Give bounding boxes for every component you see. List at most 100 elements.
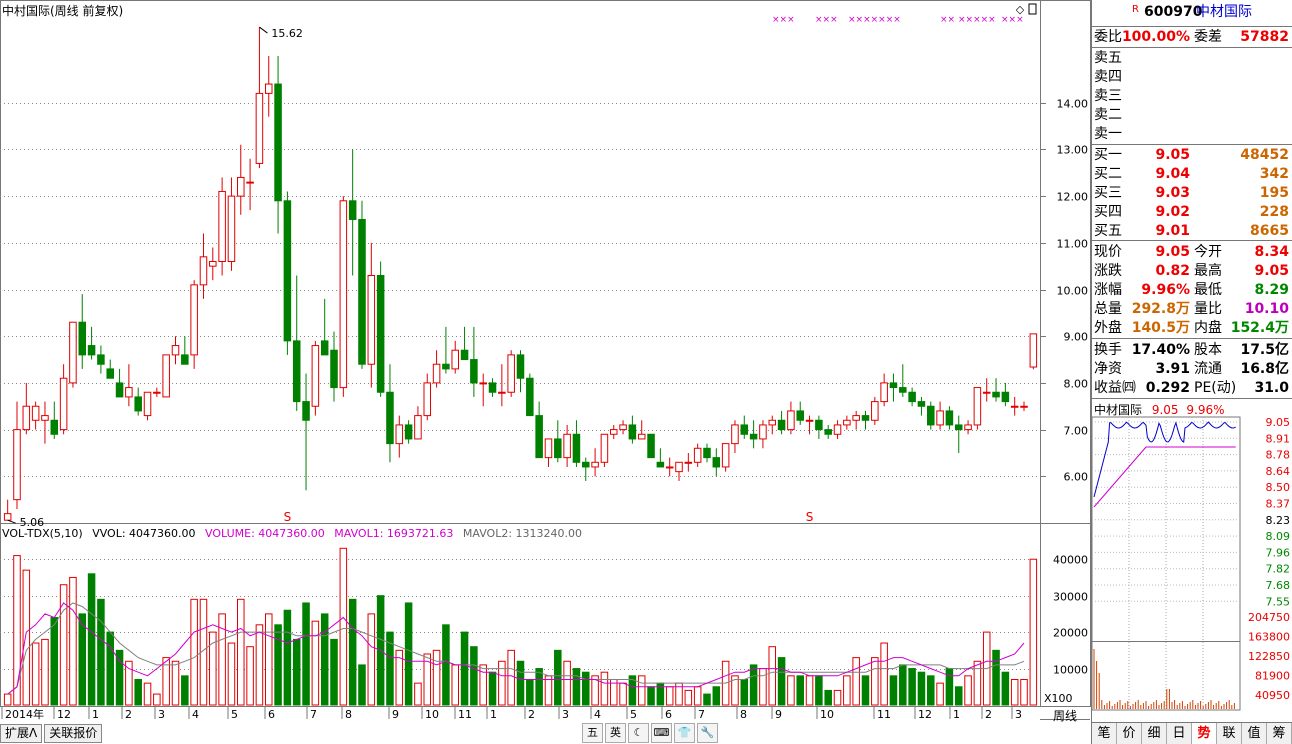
candle-body: [684, 461, 693, 464]
time-axis-label: 6: [268, 708, 275, 721]
expand-tab[interactable]: 扩展Λ: [0, 724, 43, 743]
tool-icons: 五 英 ☾ ⌨ 👕 🔧: [582, 723, 718, 743]
stat2-label-2: 流通: [1194, 361, 1222, 377]
english-icon[interactable]: 英: [605, 723, 626, 743]
weibi-value: 100.00%: [1121, 29, 1190, 45]
candle-body: [908, 391, 916, 403]
mini-pct: 9.96%: [1186, 403, 1225, 417]
buy-label: 买三: [1094, 185, 1122, 201]
volume-bar: [470, 646, 478, 706]
right-tab[interactable]: 日: [1167, 723, 1192, 744]
stat-label: 总量: [1094, 301, 1122, 317]
candle-body: [237, 176, 245, 197]
candle-body: [479, 382, 487, 385]
candle-body: [134, 396, 142, 412]
wrench-icon[interactable]: 🔧: [697, 723, 718, 743]
volume-bar: [432, 649, 441, 706]
right-tabs: 笔价细日势联值筹: [1092, 722, 1292, 744]
right-tab[interactable]: 联: [1217, 723, 1242, 744]
time-axis-label: 2: [125, 708, 132, 721]
stat-label-2: 内盘: [1194, 320, 1222, 336]
volume-bar: [637, 675, 646, 706]
candle-body: [1010, 405, 1019, 408]
candle-body: [759, 424, 767, 440]
right-tab[interactable]: 势: [1192, 723, 1217, 744]
vol-axis-label: 40000: [1053, 554, 1088, 567]
candle-body: [358, 218, 366, 365]
candle-body: [880, 382, 888, 403]
stat-value: 0.82: [1155, 263, 1190, 279]
time-axis-label: 7: [698, 708, 705, 721]
volume-bar: [498, 660, 506, 706]
vol-axis-label: 30000: [1053, 591, 1088, 604]
volume-bar: [460, 631, 469, 706]
volume-bar: [1010, 678, 1019, 706]
candle-body: [432, 363, 441, 384]
buy-row: 买三 9.03 195: [1092, 184, 1292, 203]
candle-body: [311, 345, 320, 407]
volume-bar: [237, 598, 245, 706]
stat-row: 现价 9.05 今开 8.34: [1092, 243, 1292, 262]
candle-body: [97, 354, 105, 365]
volume-bar: [693, 686, 702, 706]
buy-volume: 195: [1259, 185, 1289, 201]
stat2-label: 净资: [1094, 361, 1122, 377]
volume-bar: [861, 675, 870, 706]
price-axis-label: 7.00: [1064, 425, 1089, 438]
time-axis-label: 10: [425, 708, 439, 721]
mini-price: 9.05: [1151, 403, 1179, 417]
price-axis-label: 10.00: [1057, 285, 1089, 298]
volume-bar: [749, 664, 758, 706]
volume-bar: [507, 649, 515, 706]
stat2-value-2: 17.5亿: [1240, 342, 1289, 358]
candle-body: [78, 321, 87, 356]
candle-body: [330, 349, 338, 389]
time-axis-label: 12: [57, 708, 71, 721]
stat2-row: 收益㈣ 0.292 PE(动) 31.0: [1092, 379, 1292, 398]
candle-body: [749, 433, 758, 440]
buy-label: 买五: [1094, 223, 1122, 239]
related-quote-tab[interactable]: 关联报价: [44, 724, 103, 743]
candle-body: [199, 256, 208, 286]
volume-bar: [535, 668, 543, 706]
time-axis-label: 5: [231, 708, 238, 721]
time-axis-label: 3: [158, 708, 165, 721]
period-label: 周线: [1053, 709, 1077, 723]
volume-bar: [684, 689, 693, 706]
stat2-label-2: 股本: [1194, 342, 1222, 358]
stat2-row: 换手 17.40% 股本 17.5亿: [1092, 341, 1292, 360]
candle-body: [824, 429, 832, 435]
volume-bar: [255, 624, 264, 706]
moon-icon[interactable]: ☾: [628, 723, 649, 743]
candle-body: [768, 419, 777, 426]
price-axis-label: 11.00: [1057, 238, 1089, 251]
candle-body: [563, 433, 571, 459]
candle-body: [777, 419, 786, 431]
volume-bar: [414, 682, 422, 706]
candle-body: [731, 424, 739, 445]
volume-bar: [451, 664, 459, 706]
vol-axis-label: 20000: [1053, 627, 1088, 640]
candle-body: [628, 424, 637, 440]
volume-bar: [582, 671, 590, 706]
right-tab[interactable]: 细: [1142, 723, 1167, 744]
right-tab[interactable]: 值: [1242, 723, 1267, 744]
wubi-icon[interactable]: 五: [582, 723, 603, 743]
volume-bar: [339, 547, 348, 706]
candle-body: [283, 200, 292, 342]
shirt-icon[interactable]: 👕: [674, 723, 695, 743]
volume-bar: [526, 678, 534, 706]
right-tab[interactable]: 价: [1117, 723, 1142, 744]
volume-bar: [908, 668, 916, 706]
volume-header: VOL-TDX(5,10) VVOL: 4047360.00 VOLUME: 4…: [2, 527, 588, 540]
right-tab[interactable]: 筹: [1267, 723, 1292, 744]
weibi-row: 委比 100.00% 委差 57882: [1092, 28, 1292, 47]
time-axis-label: 2014年: [5, 707, 44, 721]
candle-body: [106, 368, 114, 379]
candle-body: [498, 391, 506, 394]
right-tab[interactable]: 笔: [1092, 723, 1117, 744]
keyboard-icon[interactable]: ⌨: [651, 723, 672, 743]
volume-bar: [442, 624, 450, 706]
volume-bar: [852, 657, 860, 706]
vol-indicator-name: VOL-TDX(5,10): [2, 527, 83, 540]
